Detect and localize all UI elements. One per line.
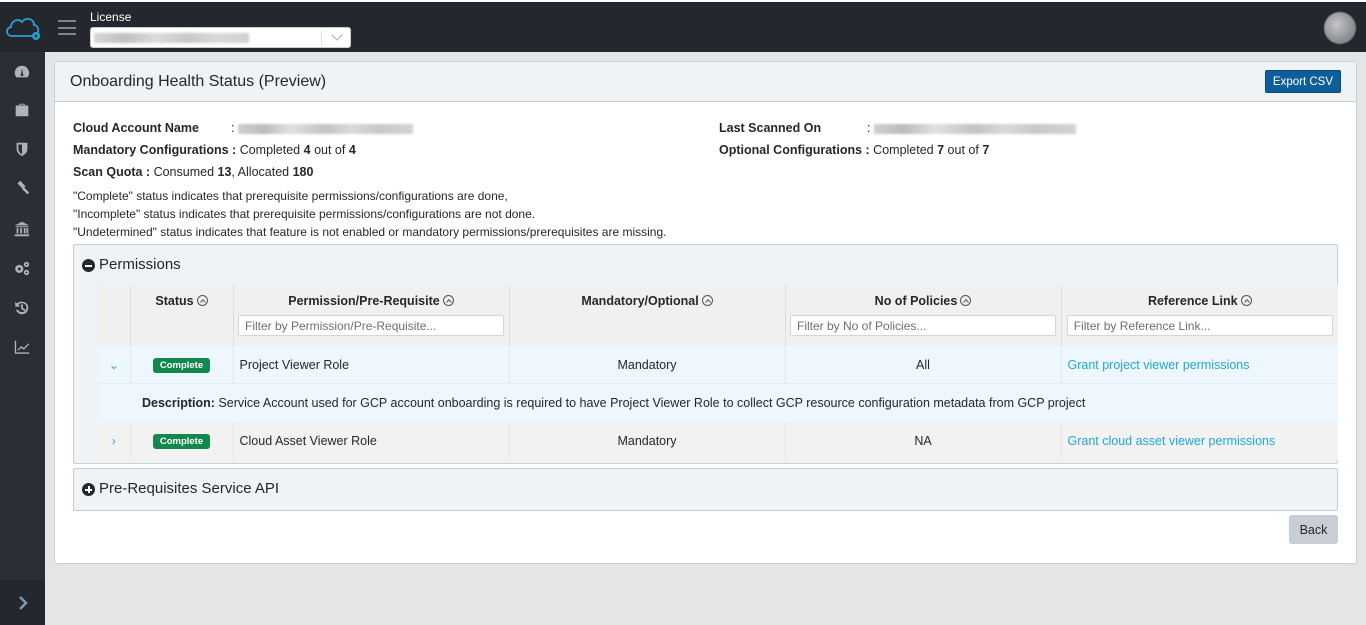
description-text: Service Account used for GCP account onb… (218, 396, 1086, 410)
reference-link[interactable]: Grant cloud asset viewer permissions (1060, 422, 1338, 460)
optional-prefix: Completed (873, 143, 934, 157)
status-note-undetermined: "Undetermined" status indicates that fea… (73, 225, 667, 239)
permissions-panel: Permissions Status Permission/Pre-Requis… (73, 244, 1338, 464)
chevron-down-icon (331, 29, 343, 41)
column-header-status[interactable]: Status (129, 285, 233, 346)
last-scanned-label: Last Scanned On (719, 121, 822, 135)
description-row: Description: Service Account used for GC… (98, 384, 1338, 422)
table-header-row: Status Permission/Pre-Requisite Mandator… (98, 285, 1338, 346)
export-csv-button[interactable]: Export CSV (1264, 70, 1341, 93)
card-header: Onboarding Health Status (Preview) Expor… (55, 62, 1356, 102)
sidebar-toggle[interactable] (0, 580, 45, 625)
permissions-panel-header[interactable]: Permissions (74, 245, 1337, 285)
sort-icon[interactable] (442, 295, 454, 306)
select-separator (321, 31, 322, 45)
chevron-right-icon[interactable]: › (98, 422, 130, 460)
optional-mid: out of (947, 143, 979, 157)
shield-icon[interactable] (12, 139, 32, 159)
optional-config-row: Optional Configurations : Completed 7 ou… (719, 143, 989, 157)
mandatory-config-label: Mandatory Configurations : (73, 143, 237, 157)
permission-name: Cloud Asset Viewer Role (232, 422, 509, 460)
description-label: Description: (142, 396, 215, 410)
expander-column-header (98, 285, 130, 346)
status-note-incomplete: "Incomplete" status indicates that prere… (73, 207, 536, 221)
mandatory-done: 4 (303, 143, 311, 157)
hamburger-icon[interactable] (58, 20, 76, 35)
quota-allocated: 180 (292, 165, 314, 179)
minus-circle-icon (82, 259, 95, 272)
optional-config-label: Optional Configurations : (719, 143, 870, 157)
chevron-down-icon[interactable]: ⌄ (98, 346, 130, 384)
chevron-right-icon (18, 595, 28, 610)
quota-allocated-prefix: , Allocated (231, 165, 290, 179)
user-avatar[interactable] (1324, 12, 1356, 44)
table-row[interactable]: ⌄ Complete Project Viewer Role Mandatory… (98, 346, 1338, 384)
service-api-panel-header[interactable]: Pre-Requisites Service API (74, 469, 1337, 509)
dashboard-icon[interactable] (12, 62, 32, 82)
sort-icon[interactable] (196, 295, 208, 306)
cloud-account-row: Cloud Account Name: (73, 121, 413, 135)
column-header-mandatory-optional[interactable]: Mandatory/Optional (508, 285, 785, 346)
optional-total: 7 (982, 143, 990, 157)
last-scanned-sep: : (867, 121, 871, 135)
quota-consumed-prefix: Consumed (153, 165, 215, 179)
mandatory-prefix: Completed (239, 143, 301, 157)
policies-value: NA (784, 422, 1061, 460)
mandatory-total: 4 (348, 143, 356, 157)
filter-reference-link-input[interactable] (1066, 315, 1333, 336)
cogs-icon[interactable] (12, 258, 32, 278)
gavel-icon[interactable] (12, 178, 32, 198)
permissions-table: Status Permission/Pre-Requisite Mandator… (98, 285, 1338, 460)
scan-quota-label: Scan Quota : (73, 165, 151, 179)
page-title: Onboarding Health Status (Preview) (70, 73, 327, 90)
column-header-reference-link[interactable]: Reference Link (1060, 285, 1338, 346)
plus-circle-icon (82, 483, 95, 496)
cloud-account-sep: : (231, 121, 235, 135)
status-badge: Complete (152, 358, 211, 373)
column-header-policies[interactable]: No of Policies (784, 285, 1061, 346)
sort-icon[interactable] (701, 295, 713, 306)
status-badge: Complete (152, 434, 211, 449)
briefcase-icon[interactable] (12, 100, 32, 120)
policies-value: All (784, 346, 1061, 384)
history-icon[interactable] (12, 298, 32, 318)
mandatory-mid: out of (314, 143, 346, 157)
permissions-panel-title: Permissions (99, 256, 181, 273)
bank-icon[interactable] (12, 219, 32, 239)
requirement-value: Mandatory (508, 346, 785, 384)
service-api-panel: Pre-Requisites Service API (73, 468, 1338, 511)
sort-icon[interactable] (960, 295, 972, 306)
reference-link[interactable]: Grant project viewer permissions (1060, 346, 1338, 384)
filter-permission-input[interactable] (238, 315, 504, 336)
filter-policies-input[interactable] (790, 315, 1056, 336)
license-value-blurred (94, 33, 249, 43)
top-navbar: License (0, 0, 1366, 52)
table-row[interactable]: › Complete Cloud Asset Viewer Role Manda… (98, 422, 1338, 460)
last-scanned-value-blurred (873, 123, 1076, 134)
license-label: License (90, 10, 132, 24)
quota-consumed: 13 (217, 165, 232, 179)
service-api-panel-title: Pre-Requisites Service API (99, 480, 280, 497)
status-note-complete: "Complete" status indicates that prerequ… (73, 189, 508, 203)
license-select[interactable] (90, 27, 351, 48)
cloud-gear-icon[interactable] (4, 12, 42, 42)
column-header-permission[interactable]: Permission/Pre-Requisite (232, 285, 509, 346)
mandatory-config-row: Mandatory Configurations : Completed 4 o… (73, 143, 356, 157)
back-button[interactable]: Back (1289, 515, 1338, 544)
onboarding-health-card: Onboarding Health Status (Preview) Expor… (54, 61, 1357, 564)
sort-icon[interactable] (1240, 295, 1252, 306)
scan-quota-row: Scan Quota : Consumed 13, Allocated 180 (73, 165, 313, 179)
permission-name: Project Viewer Role (232, 346, 509, 384)
optional-done: 7 (937, 143, 945, 157)
last-scanned-row: Last Scanned On: (719, 121, 1076, 135)
requirement-value: Mandatory (508, 422, 785, 460)
cloud-account-value-blurred (237, 123, 413, 134)
sidebar (0, 52, 45, 625)
cloud-account-label: Cloud Account Name (73, 121, 199, 135)
line-chart-icon[interactable] (12, 337, 32, 357)
